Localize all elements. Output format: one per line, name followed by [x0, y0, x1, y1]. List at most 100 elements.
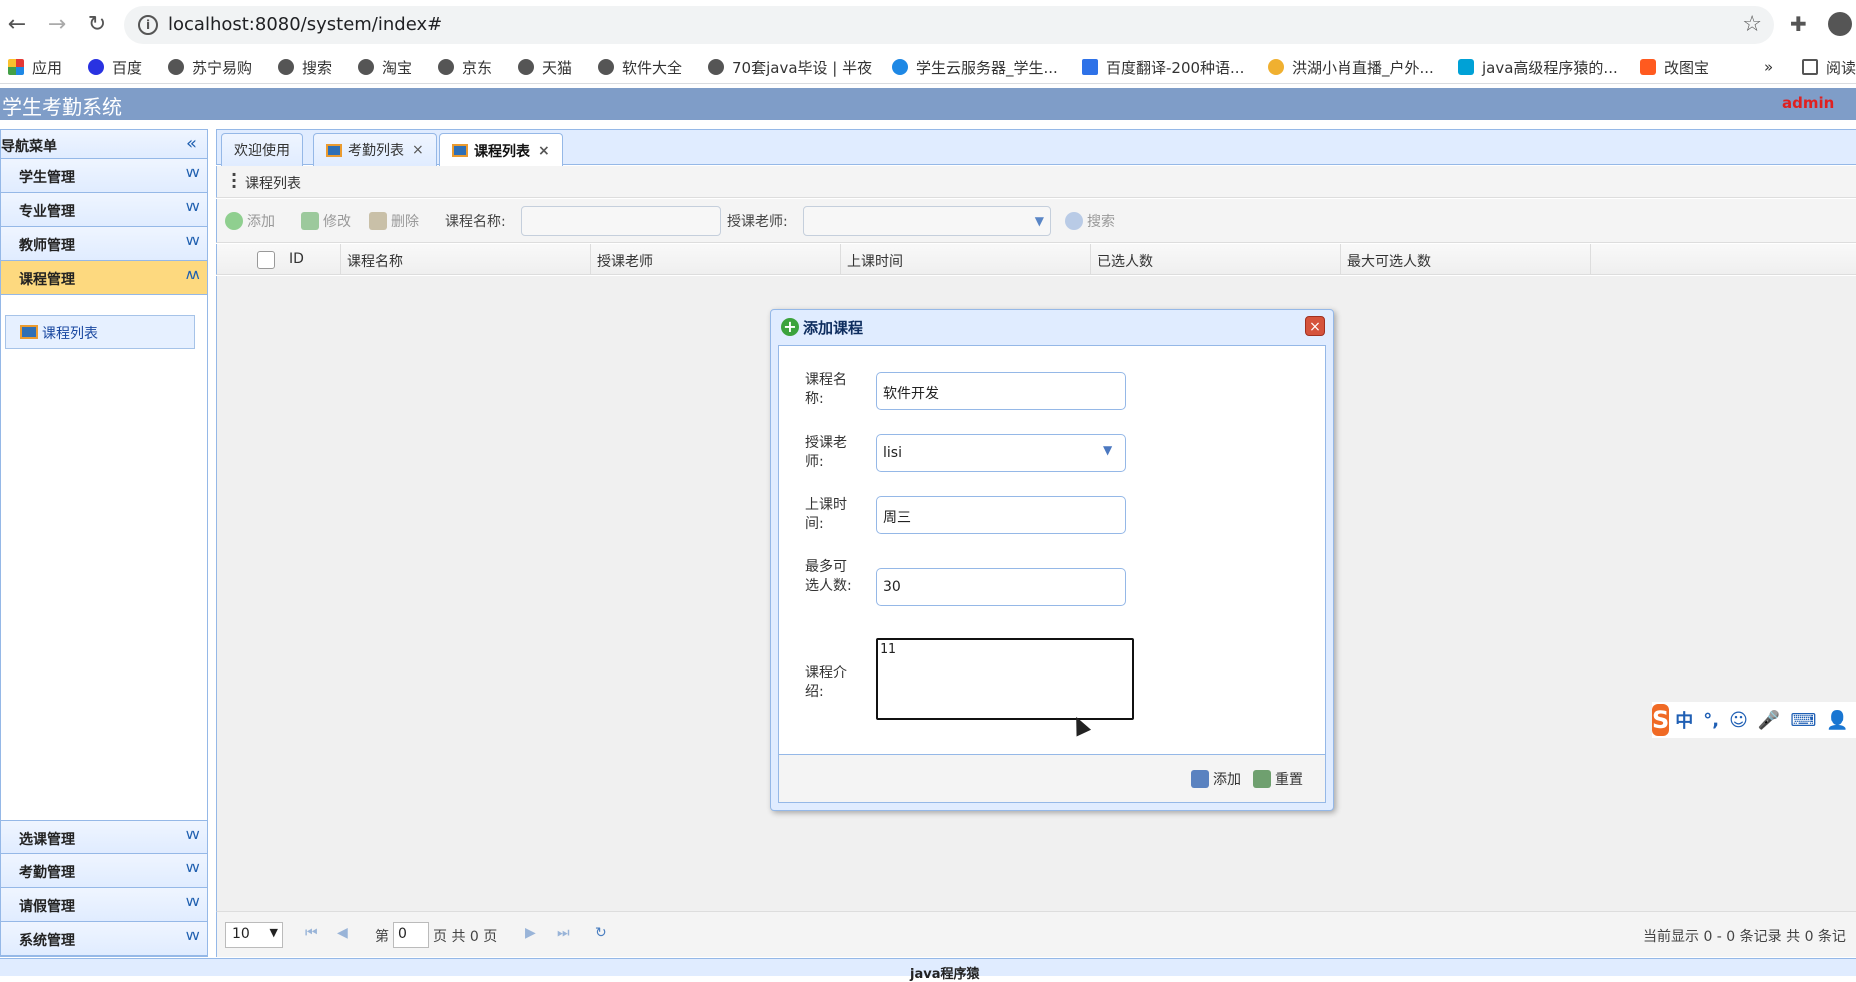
- menu-course[interactable]: 课程管理 ∧∧: [1, 261, 207, 295]
- reset-button[interactable]: 重置: [1253, 769, 1303, 789]
- teacher-label: 授课老师:: [727, 214, 788, 230]
- course-name-field[interactable]: 软件开发: [876, 372, 1126, 410]
- column-header[interactable]: 上课时间: [841, 244, 1091, 275]
- bookmark-gaitubao[interactable]: 改图宝: [1640, 57, 1709, 77]
- menu-attendance[interactable]: 考勤管理 ∨∨: [1, 854, 207, 888]
- page-size-select[interactable]: 10 ▼: [225, 922, 283, 948]
- bookmark-baidu[interactable]: 百度: [88, 57, 142, 77]
- bookmark-search[interactable]: 搜索: [278, 57, 332, 77]
- close-icon[interactable]: ×: [1305, 316, 1325, 336]
- extensions-icon[interactable]: ✚: [1790, 12, 1807, 36]
- teacher-value: lisi: [883, 445, 902, 461]
- menu-label: 专业管理: [19, 204, 75, 220]
- ime-punctuation[interactable]: °,: [1703, 710, 1719, 731]
- sidebar-title: 导航菜单: [1, 139, 57, 155]
- menu-label: 系统管理: [19, 933, 75, 949]
- site-info-icon[interactable]: i: [138, 15, 158, 35]
- gaitubao-icon: [1640, 59, 1656, 75]
- globe-icon: [438, 59, 454, 75]
- bookmark-tmall[interactable]: 天猫: [518, 57, 572, 77]
- submit-add-button[interactable]: 添加: [1191, 769, 1241, 789]
- url-text[interactable]: localhost:8080/system/index#: [168, 14, 442, 35]
- column-header[interactable]: ID: [283, 244, 341, 275]
- column-header[interactable]: 最大可选人数: [1341, 244, 1591, 275]
- chevron-down-icon: ∨∨: [184, 894, 201, 910]
- emoji-icon[interactable]: ☺: [1729, 710, 1748, 731]
- address-bar[interactable]: i localhost:8080/system/index# ☆: [124, 6, 1774, 44]
- tab-course-list[interactable]: 课程列表 ×: [439, 133, 563, 167]
- collapse-left-icon[interactable]: «: [186, 133, 197, 154]
- menu-system[interactable]: 系统管理 ∨∨: [1, 922, 207, 956]
- pencil-icon: [301, 212, 319, 230]
- teacher-select[interactable]: lisi ▼: [876, 434, 1126, 472]
- prev-page-icon[interactable]: ◀: [337, 925, 348, 941]
- chevron-down-icon: ∨∨: [184, 199, 201, 215]
- ime-chinese-mode[interactable]: 中: [1675, 707, 1693, 733]
- bookmark-bilibili[interactable]: java高级程序猿的...: [1458, 57, 1618, 77]
- teacher-select[interactable]: ▼: [803, 206, 1051, 236]
- course-intro-textarea[interactable]: 11: [876, 638, 1134, 720]
- bookmark-jd[interactable]: 京东: [438, 57, 492, 77]
- bookmark-suning[interactable]: 苏宁易购: [168, 57, 252, 77]
- next-page-icon[interactable]: ▶: [525, 925, 536, 941]
- max-students-field[interactable]: 30: [876, 568, 1126, 606]
- cloud-icon: [892, 59, 908, 75]
- bookmark-label: 学生云服务器_学生...: [916, 58, 1058, 77]
- class-time-field[interactable]: 周三: [876, 496, 1126, 534]
- bookmarks-more-button[interactable]: »: [1764, 57, 1773, 77]
- chevron-down-icon[interactable]: ▼: [1103, 443, 1121, 463]
- bookmark-taobao[interactable]: 淘宝: [358, 57, 412, 77]
- back-icon[interactable]: ←: [4, 12, 30, 38]
- current-user[interactable]: admin: [1782, 94, 1834, 112]
- column-header[interactable]: 已选人数: [1091, 244, 1341, 275]
- book-icon: [20, 325, 38, 339]
- microphone-icon[interactable]: 🎤: [1758, 710, 1780, 731]
- forward-icon[interactable]: →: [44, 12, 70, 38]
- select-all-checkbox[interactable]: [257, 251, 275, 269]
- tab-label: 欢迎使用: [234, 143, 290, 159]
- delete-button[interactable]: 删除: [369, 211, 419, 231]
- menu-leave[interactable]: 请假管理 ∨∨: [1, 888, 207, 922]
- menu-major[interactable]: 专业管理 ∨∨: [1, 193, 207, 227]
- bookmark-java[interactable]: 70套java毕设 | 半夜: [708, 57, 872, 77]
- refresh-icon[interactable]: ↻: [595, 925, 607, 941]
- user-icon[interactable]: 👤: [1826, 710, 1848, 731]
- edit-button[interactable]: 修改: [301, 211, 351, 231]
- column-header[interactable]: 课程名称: [341, 244, 591, 275]
- page-number-input[interactable]: 0: [393, 922, 429, 948]
- dialog-header[interactable]: + 添加课程 ×: [771, 310, 1333, 345]
- reading-list-button[interactable]: 阅读: [1802, 57, 1856, 77]
- menu-selection[interactable]: 选课管理 ∨∨: [1, 820, 207, 854]
- close-icon[interactable]: ×: [412, 142, 424, 158]
- last-page-icon[interactable]: ⏭: [557, 925, 570, 941]
- chevron-down-icon: ▼: [269, 926, 278, 939]
- add-icon: +: [781, 318, 799, 336]
- first-page-icon[interactable]: ⏮: [305, 925, 318, 941]
- menu-student[interactable]: 学生管理 ∨∨: [1, 159, 207, 193]
- bookmark-live[interactable]: 洪湖小肖直播_户外...: [1268, 57, 1434, 77]
- column-header[interactable]: 授课老师: [591, 244, 841, 275]
- keyboard-icon[interactable]: ⌨: [1790, 710, 1816, 731]
- reload-icon[interactable]: ↻: [84, 12, 110, 38]
- course-intro-label: 课程介绍:: [805, 665, 847, 700]
- bookmark-cloud[interactable]: 学生云服务器_学生...: [892, 57, 1058, 77]
- course-name-search-input[interactable]: [521, 206, 721, 236]
- search-button[interactable]: 搜索: [1065, 211, 1115, 231]
- sogou-logo-icon[interactable]: S: [1652, 704, 1670, 736]
- sidebar-item-course-list[interactable]: 课程列表: [5, 315, 195, 349]
- bookmark-star-icon[interactable]: ☆: [1742, 12, 1762, 37]
- tab-welcome[interactable]: 欢迎使用: [221, 133, 303, 166]
- bookmark-software[interactable]: 软件大全: [598, 57, 682, 77]
- tab-attendance-list[interactable]: 考勤列表 ×: [313, 133, 437, 166]
- reading-label: 阅读: [1826, 58, 1856, 77]
- ime-toolbar[interactable]: S 中 °, ☺ 🎤 ⌨ 👤: [1652, 702, 1856, 738]
- add-button[interactable]: 添加: [225, 211, 275, 231]
- bookmark-label: 70套java毕设 | 半夜: [732, 58, 873, 77]
- bookmark-apps[interactable]: 应用: [8, 57, 62, 77]
- sidebar-item-label: 课程列表: [42, 326, 98, 342]
- menu-teacher[interactable]: 教师管理 ∨∨: [1, 227, 207, 261]
- bookmark-label: 百度翻译-200种语...: [1106, 58, 1245, 77]
- profile-icon[interactable]: [1828, 12, 1852, 36]
- bookmark-translate[interactable]: 百度翻译-200种语...: [1082, 57, 1244, 77]
- close-icon[interactable]: ×: [538, 143, 550, 159]
